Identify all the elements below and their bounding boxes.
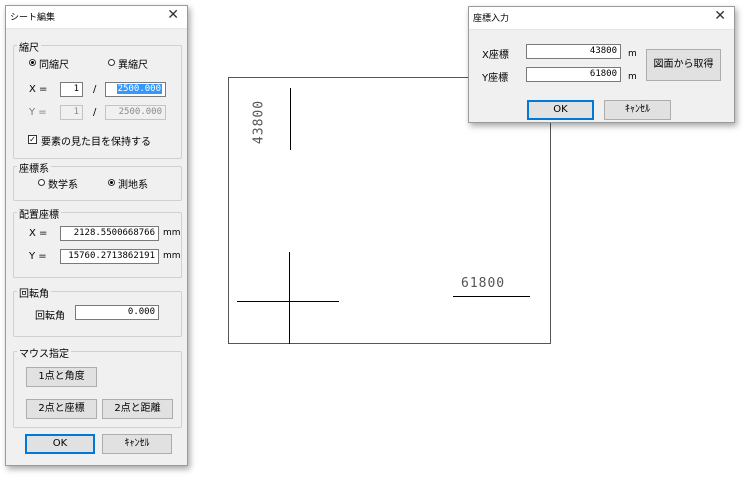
scale-x-denominator-input[interactable]: 2500.000 (105, 82, 166, 97)
coord-dialog-title: 座標入力 (473, 14, 510, 24)
coord-y-input[interactable]: 61800 (526, 67, 621, 82)
scale-y-numerator-input: 1 (60, 105, 83, 120)
cancel-button[interactable]: ｷｬﾝｾﾙ (102, 434, 172, 454)
placement-legend: 配置座標 (17, 206, 61, 221)
horizontal-dimension-line (453, 296, 530, 297)
same-scale-radio[interactable] (29, 59, 36, 66)
math-system-radio[interactable] (38, 179, 45, 186)
crosshair-horizontal (237, 301, 339, 302)
coord-input-titlebar: 座標入力 ✕ (469, 7, 734, 30)
keep-appearance-checkbox[interactable]: ✓ (28, 135, 37, 144)
coord-x-label: X座標 (482, 50, 509, 61)
rotation-input[interactable]: 0.000 (75, 305, 159, 320)
sheet-edit-dialog: シート編集 ✕ 縮尺 同縮尺 異縮尺 X = 1 / 2500.000 Y = … (5, 5, 188, 466)
vertical-dimension-line (290, 88, 291, 150)
close-icon[interactable]: ✕ (167, 7, 179, 23)
math-system-label: 数学系 (48, 180, 78, 191)
coord-close-icon[interactable]: ✕ (714, 8, 726, 24)
coord-x-unit: m (628, 49, 637, 59)
vertical-dimension-label: 43800 (251, 99, 267, 145)
placement-x-label: X = (29, 228, 48, 239)
placement-y-input[interactable]: 15760.2713862191 (60, 249, 159, 264)
mouse-specify-group: マウス指定 1点と角度 2点と座標 2点と距離 (13, 345, 182, 428)
scale-legend: 縮尺 (17, 39, 41, 54)
placement-y-label: Y = (29, 251, 47, 262)
keep-appearance-label: 要素の見た目を保持する (41, 137, 151, 148)
scale-y-label: Y = (29, 107, 47, 118)
same-scale-label: 同縮尺 (39, 60, 69, 71)
placement-x-input[interactable]: 2128.5500668766 (60, 226, 159, 241)
mouse-specify-legend: マウス指定 (17, 345, 71, 360)
crosshair-vertical (289, 252, 290, 344)
rotation-label: 回転角 (35, 311, 65, 322)
diff-scale-label: 異縮尺 (118, 60, 148, 71)
selected-text: 2500.000 (116, 84, 162, 94)
survey-system-label: 測地系 (118, 180, 148, 191)
rotation-group: 回転角 回転角 0.000 (13, 285, 182, 337)
coord-system-legend: 座標系 (17, 160, 51, 175)
coord-x-input[interactable]: 43800 (526, 44, 621, 59)
survey-system-radio[interactable] (108, 179, 115, 186)
two-point-distance-button[interactable]: 2点と距離 (102, 399, 173, 419)
scale-y-slash: / (93, 107, 97, 118)
horizontal-dimension-label: 61800 (461, 276, 506, 291)
coord-y-unit: m (628, 72, 637, 82)
sheet-edit-titlebar: シート編集 ✕ (6, 6, 187, 29)
scale-x-slash: / (93, 84, 97, 95)
one-point-angle-button[interactable]: 1点と角度 (26, 367, 97, 387)
placement-y-unit: mm (163, 251, 181, 261)
coord-input-dialog: 座標入力 ✕ X座標 43800 m Y座標 61800 m 図面から取得 OK… (468, 6, 735, 123)
scale-y-denominator-input: 2500.000 (105, 105, 166, 120)
placement-x-unit: mm (163, 228, 181, 238)
coord-y-label: Y座標 (482, 73, 509, 84)
dialog-title: シート編集 (10, 13, 56, 23)
scale-group: 縮尺 同縮尺 異縮尺 X = 1 / 2500.000 Y = 1 / 2500… (13, 39, 182, 159)
scale-x-label: X = (29, 84, 48, 95)
diff-scale-radio[interactable] (108, 59, 115, 66)
coord-system-group: 座標系 数学系 測地系 (13, 160, 182, 201)
coord-cancel-button[interactable]: ｷｬﾝｾﾙ (604, 100, 671, 120)
placement-group: 配置座標 X = 2128.5500668766 mm Y = 15760.27… (13, 206, 182, 278)
get-from-drawing-button[interactable]: 図面から取得 (646, 49, 721, 81)
rotation-legend: 回転角 (17, 285, 51, 300)
coord-ok-button[interactable]: OK (527, 100, 594, 120)
scale-x-numerator-input[interactable]: 1 (60, 82, 83, 97)
ok-button[interactable]: OK (25, 434, 95, 454)
two-point-coord-button[interactable]: 2点と座標 (26, 399, 97, 419)
